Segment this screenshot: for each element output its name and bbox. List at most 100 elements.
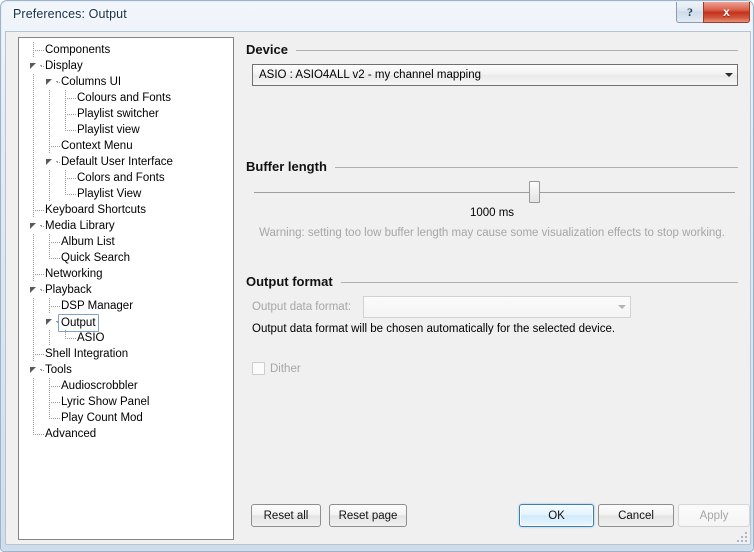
- tree-item-label: Quick Search: [61, 252, 131, 264]
- tree-item-keyboard-shortcuts[interactable]: Keyboard Shortcuts: [19, 202, 233, 218]
- tree-item-label: Album List: [61, 236, 115, 248]
- tree-item-advanced[interactable]: Advanced: [19, 426, 233, 442]
- tree-guide-line: [40, 369, 42, 370]
- tree-item-media-library[interactable]: Media Library: [19, 218, 233, 234]
- output-format-note: Output data format will be chosen automa…: [252, 323, 616, 335]
- buffer-group-header: Buffer length: [246, 157, 738, 175]
- tree-item-components[interactable]: Components: [19, 42, 233, 58]
- tree-item-audioscrobbler[interactable]: Audioscrobbler: [19, 378, 233, 394]
- dither-checkbox-label: Dither: [270, 362, 301, 375]
- tree-item-shell-integration[interactable]: Shell Integration: [19, 346, 233, 362]
- tree-guide-line: [33, 74, 34, 90]
- tree-guide-line: [49, 330, 50, 346]
- tree-item-playlist-view[interactable]: Playlist view: [19, 122, 233, 138]
- tree-item-display[interactable]: Display: [19, 58, 233, 74]
- tree-guide-line: [33, 90, 34, 106]
- tree-item-label: Playlist switcher: [77, 108, 159, 120]
- apply-button: Apply: [678, 504, 750, 527]
- device-group-header: Device: [246, 40, 738, 58]
- tree-expander-icon[interactable]: [45, 318, 54, 327]
- tree-expander-icon[interactable]: [29, 286, 38, 295]
- tree-item-dsp-manager[interactable]: DSP Manager: [19, 298, 233, 314]
- tree-item-label: Colors and Fonts: [77, 172, 165, 184]
- output-data-format-label: Output data format:: [252, 301, 352, 313]
- output-format-group-rule: [340, 281, 738, 283]
- buffer-slider-thumb[interactable]: [529, 181, 540, 203]
- ok-button[interactable]: OK: [519, 504, 594, 527]
- chevron-down-icon-disabled: [613, 297, 630, 317]
- tree-item-output[interactable]: Output: [19, 314, 233, 332]
- tree-item-label: Advanced: [45, 428, 97, 440]
- tree-item-play-count-mod[interactable]: Play Count Mod: [19, 410, 233, 426]
- tree-guide-line: [33, 234, 34, 250]
- buffer-slider-track[interactable]: [254, 192, 735, 193]
- preferences-tree[interactable]: Components Display Columns UI Colours and F…: [18, 37, 234, 540]
- output-data-format-combobox: [363, 296, 631, 318]
- tree-item-album-list[interactable]: Album List: [19, 234, 233, 250]
- tree-guide-line: [56, 161, 58, 162]
- cancel-button[interactable]: Cancel: [598, 504, 674, 527]
- tree-guide-line: [40, 65, 42, 66]
- close-icon[interactable]: x: [703, 2, 750, 23]
- output-format-group-header: Output format: [246, 272, 738, 290]
- tree-item-label: Playback: [45, 284, 92, 296]
- device-combobox[interactable]: ASIO : ASIO4ALL v2 - my channel mapping: [252, 64, 738, 86]
- settings-pane: Device ASIO : ASIO4ALL v2 - my channel m…: [246, 32, 750, 546]
- tree-guide-line: [33, 314, 34, 330]
- tree-guide-line: [49, 106, 50, 122]
- tree-item-label: Media Library: [45, 220, 115, 232]
- tree-guide-line: [40, 289, 42, 290]
- tree-expander-icon[interactable]: [45, 158, 54, 167]
- tree-expander-icon[interactable]: [29, 222, 38, 231]
- reset-all-button[interactable]: Reset all: [251, 504, 321, 527]
- buffer-value-label: 1000 ms: [469, 207, 515, 219]
- tree-guide-line: [33, 186, 34, 202]
- device-group-title: Device: [246, 41, 288, 57]
- tree-item-label: Colours and Fonts: [77, 92, 171, 104]
- help-icon[interactable]: ?: [676, 2, 703, 23]
- tree-item-playlist-view[interactable]: Playlist View: [19, 186, 233, 202]
- dither-checkbox-row: Dither: [252, 362, 301, 375]
- buffer-group-rule: [334, 166, 738, 168]
- tree-guide-line: [33, 106, 34, 122]
- tree-item-label: Playlist View: [77, 188, 142, 200]
- tree-item-quick-search[interactable]: Quick Search: [19, 250, 233, 266]
- output-format-group-title: Output format: [246, 273, 333, 289]
- tree-item-columns-ui[interactable]: Columns UI: [19, 74, 233, 90]
- tree-item-label: DSP Manager: [61, 300, 134, 312]
- tree-guide-line: [33, 394, 34, 410]
- tree-item-networking[interactable]: Networking: [19, 266, 233, 282]
- tree-expander-icon[interactable]: [29, 366, 38, 375]
- reset-page-button[interactable]: Reset page: [329, 504, 407, 527]
- tree-guide-line: [33, 138, 34, 154]
- tree-item-colors-and-fonts[interactable]: Colors and Fonts: [19, 170, 233, 186]
- buffer-group-title: Buffer length: [246, 158, 327, 174]
- tree-item-context-menu[interactable]: Context Menu: [19, 138, 233, 154]
- resize-grip[interactable]: [735, 530, 747, 542]
- tree-item-default-user-interface[interactable]: Default User Interface: [19, 154, 233, 170]
- tree-item-label: Components: [45, 44, 111, 56]
- tree-expander-icon[interactable]: [29, 62, 38, 71]
- tree-guide-line: [49, 90, 50, 106]
- tree-item-colours-and-fonts[interactable]: Colours and Fonts: [19, 90, 233, 106]
- tree-guide-line: [33, 170, 34, 186]
- tree-item-label: Playlist view: [77, 124, 140, 136]
- tree-item-tools[interactable]: Tools: [19, 362, 233, 378]
- tree-item-label: Lyric Show Panel: [61, 396, 150, 408]
- device-group-rule: [295, 49, 738, 51]
- tree-item-label: Play Count Mod: [61, 412, 143, 424]
- tree-item-asio[interactable]: ASIO: [19, 330, 233, 346]
- tree-guide-line: [49, 122, 50, 138]
- tree-guide-line: [33, 122, 34, 138]
- tree-item-label: Shell Integration: [45, 348, 129, 360]
- tree-expander-icon[interactable]: [45, 78, 54, 87]
- dialog-client-area: Components Display Columns UI Colours and F…: [5, 31, 751, 545]
- tree-guide-line: [49, 186, 50, 202]
- title-bar[interactable]: Preferences: Output ? x: [1, 1, 753, 31]
- tree-item-playback[interactable]: Playback: [19, 282, 233, 298]
- chevron-down-icon[interactable]: [720, 65, 737, 85]
- tree-item-lyric-show-panel[interactable]: Lyric Show Panel: [19, 394, 233, 410]
- tree-item-playlist-switcher[interactable]: Playlist switcher: [19, 106, 233, 122]
- tree-item-label: Display: [45, 60, 83, 72]
- tree-item-label: Keyboard Shortcuts: [45, 204, 147, 216]
